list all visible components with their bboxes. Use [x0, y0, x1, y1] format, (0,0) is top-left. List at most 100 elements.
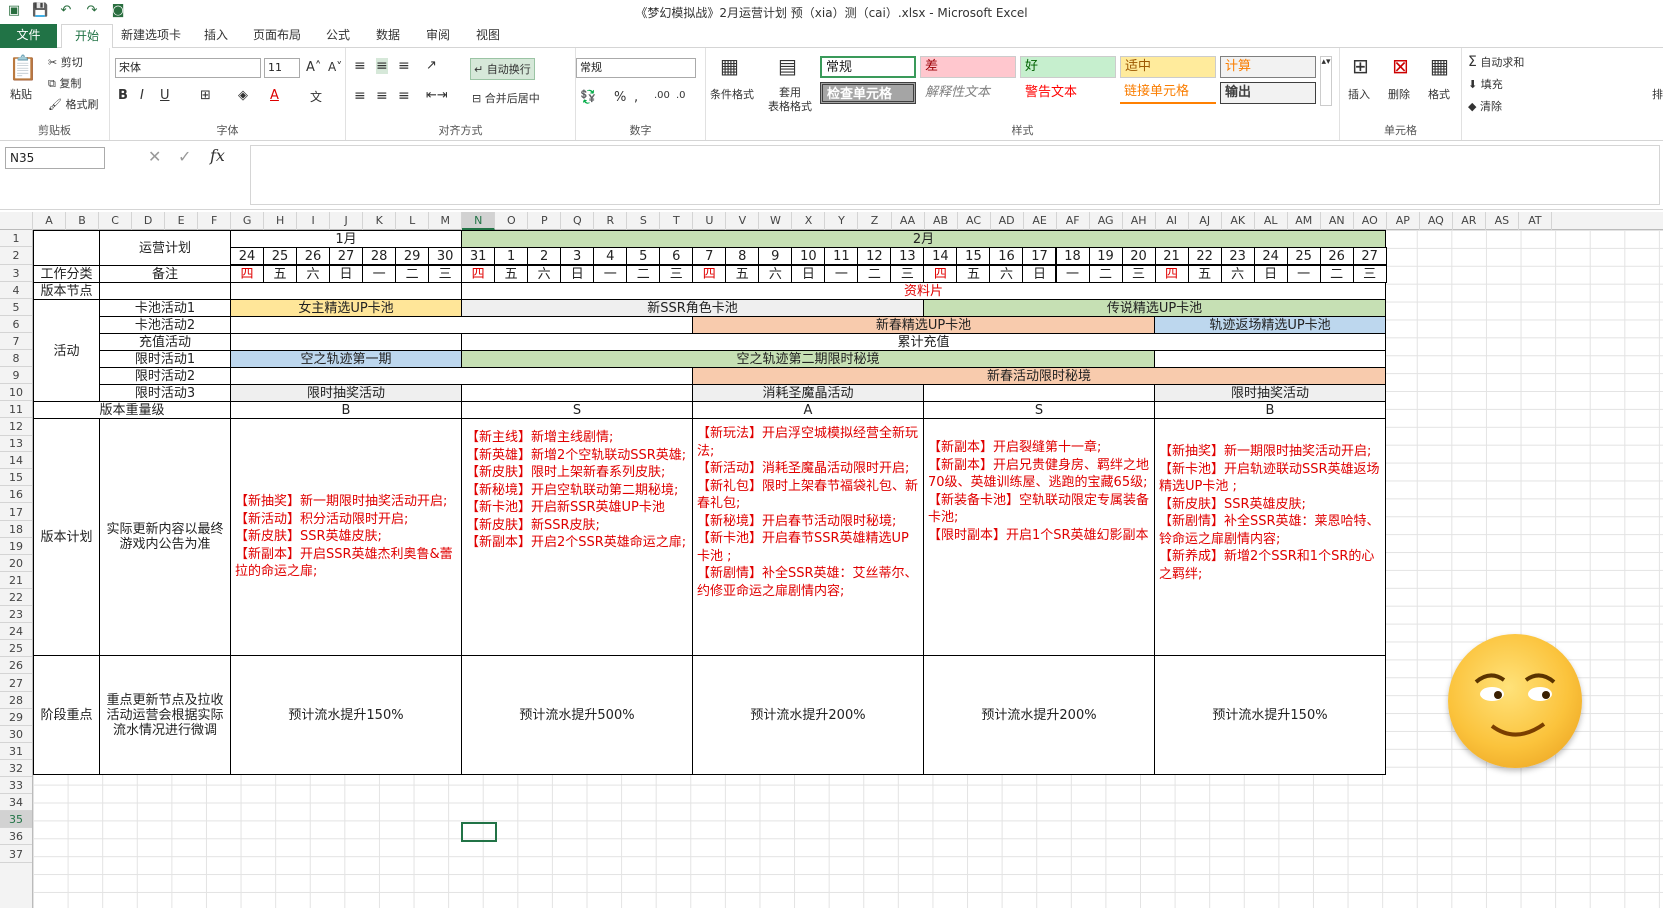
clear-button[interactable]: ◆ 清除 — [1468, 98, 1502, 114]
merge-center-button[interactable]: ⊟ 合并后居中 — [472, 90, 540, 106]
style-link[interactable]: 链接单元格 — [1120, 82, 1216, 104]
weekday-cell[interactable]: 二 — [626, 265, 661, 283]
date-cell[interactable]: 11 — [824, 247, 859, 265]
weekday-cell[interactable]: 三 — [428, 265, 463, 283]
date-cell[interactable]: 14 — [923, 247, 958, 265]
fill-color-icon[interactable]: ◈ — [238, 88, 248, 103]
bar-recharge-empty[interactable] — [230, 333, 462, 351]
column-header[interactable]: E — [165, 212, 199, 230]
row-header[interactable]: 16 — [0, 486, 32, 504]
insert-cells-button[interactable]: 插入 — [1348, 86, 1370, 102]
comma-icon[interactable]: , — [634, 90, 638, 105]
column-header[interactable]: Z — [859, 212, 892, 230]
bar-pool1-c[interactable]: 传说精选UP卡池 — [923, 299, 1386, 317]
row-header[interactable]: 25 — [0, 640, 32, 658]
row-header[interactable]: 22 — [0, 589, 32, 607]
date-cell[interactable]: 2 — [527, 247, 562, 265]
date-cell[interactable]: 10 — [791, 247, 826, 265]
column-header[interactable]: R — [594, 212, 628, 230]
weekday-cell[interactable]: 六 — [989, 265, 1024, 283]
column-header[interactable]: B — [66, 212, 100, 230]
bar-lim3-c[interactable]: 限时抽奖活动 — [1154, 384, 1386, 402]
font-color-icon[interactable]: A — [270, 88, 279, 103]
weekday-cell[interactable]: 日 — [329, 265, 364, 283]
style-bad[interactable]: 差 — [920, 56, 1016, 78]
weekday-cell[interactable]: 一 — [824, 265, 859, 283]
column-header[interactable]: X — [792, 212, 826, 230]
column-header[interactable]: AJ — [1189, 212, 1222, 230]
sub-pool2[interactable]: 卡池活动2 — [99, 316, 231, 334]
percent-icon[interactable]: % — [614, 90, 626, 105]
bar-recharge[interactable]: 累计充值 — [461, 333, 1386, 351]
date-cell[interactable]: 17 — [1022, 247, 1057, 265]
column-header[interactable]: T — [660, 212, 694, 230]
date-cell[interactable]: 30 — [428, 247, 463, 265]
column-header[interactable]: AT — [1519, 212, 1552, 230]
column-header[interactable]: AO — [1354, 212, 1387, 230]
column-header[interactable]: G — [231, 212, 265, 230]
bar-lim1-empty[interactable] — [1154, 350, 1386, 368]
date-cell[interactable]: 18 — [1055, 247, 1090, 265]
date-cell[interactable]: 21 — [1154, 247, 1189, 265]
cancel-icon[interactable]: ✕ — [148, 147, 161, 166]
style-normal[interactable]: 常规 — [820, 56, 916, 78]
weekday-cell[interactable]: 二 — [395, 265, 430, 283]
row-header[interactable]: 33 — [0, 777, 32, 795]
row-header[interactable]: 20 — [0, 555, 32, 572]
weekday-cell[interactable]: 三 — [1121, 265, 1156, 283]
weekday-cell[interactable]: 二 — [1319, 265, 1354, 283]
column-header[interactable]: V — [726, 212, 760, 230]
date-cell[interactable]: 29 — [395, 247, 430, 265]
row-header[interactable]: 5 — [0, 299, 32, 316]
phonetic-icon[interactable]: 文 — [310, 88, 322, 105]
weekday-cell[interactable]: 六 — [1220, 265, 1255, 283]
stage-2[interactable]: 预计流水提升500% — [461, 655, 693, 775]
align-center-icon[interactable]: ≡ — [376, 88, 388, 104]
column-header[interactable]: AD — [991, 212, 1024, 230]
tab-formulas[interactable]: 公式 — [318, 24, 358, 48]
border-icon[interactable]: ⊞ — [200, 88, 211, 103]
weekday-cell[interactable]: 一 — [362, 265, 397, 283]
date-cell[interactable]: 5 — [626, 247, 661, 265]
tab-new[interactable]: 新建选项卡 — [118, 24, 184, 48]
title-cell[interactable]: 运营计划 — [99, 230, 231, 266]
date-cell[interactable]: 15 — [956, 247, 991, 265]
column-header[interactable]: O — [495, 212, 529, 230]
row-header[interactable]: 17 — [0, 504, 32, 521]
weekday-cell[interactable]: 日 — [560, 265, 595, 283]
align-top-icon[interactable]: ≡ — [354, 58, 366, 74]
column-header[interactable]: AQ — [1420, 212, 1453, 230]
row-header[interactable]: 14 — [0, 452, 32, 470]
weekday-cell[interactable]: 四 — [692, 265, 727, 283]
row-header[interactable]: 36 — [0, 828, 32, 846]
row-header[interactable]: 28 — [0, 692, 32, 709]
weekday-cell[interactable]: 二 — [1088, 265, 1123, 283]
date-cell[interactable]: 25 — [263, 247, 298, 265]
bar-pool1-b[interactable]: 新SSR角色卡池 — [461, 299, 924, 317]
row-header[interactable]: 23 — [0, 606, 32, 624]
underline-icon[interactable]: U — [160, 88, 170, 103]
row-header[interactable]: 30 — [0, 726, 32, 743]
weekday-cell[interactable]: 四 — [923, 265, 958, 283]
weekday-cell[interactable]: 五 — [725, 265, 760, 283]
bar-lim3-b[interactable]: 消耗圣魔晶活动 — [692, 384, 924, 402]
column-header[interactable]: A — [33, 212, 67, 230]
weekday-cell[interactable]: 五 — [263, 265, 298, 283]
sub-lim1[interactable]: 限时活动1 — [99, 350, 231, 368]
weight-label[interactable]: 版本重量级 — [33, 401, 231, 419]
tab-home[interactable]: 开始 — [61, 24, 113, 49]
function-icon[interactable]: fx — [210, 146, 225, 165]
align-middle-icon[interactable]: ≡ — [376, 58, 388, 74]
month-feb[interactable]: 2月 — [461, 230, 1386, 248]
date-cell[interactable]: 27 — [329, 247, 364, 265]
column-header[interactable]: H — [264, 212, 298, 230]
bar-lim1-b[interactable]: 空之轨迹第二期限时秘境 — [461, 350, 1155, 368]
row-header[interactable]: 6 — [0, 316, 32, 333]
date-cell[interactable]: 26 — [1319, 247, 1354, 265]
style-calc[interactable]: 计算 — [1220, 56, 1316, 78]
row-header[interactable]: 7 — [0, 333, 32, 350]
column-header[interactable]: I — [297, 212, 331, 230]
version-node-note[interactable] — [99, 282, 231, 300]
plan-3[interactable]: 【新玩法】开启浮空城模拟经营全新玩法; 【新活动】消耗圣魔晶活动限时开启; 【新… — [692, 418, 924, 656]
weekday-cell[interactable]: 三 — [1352, 265, 1387, 283]
